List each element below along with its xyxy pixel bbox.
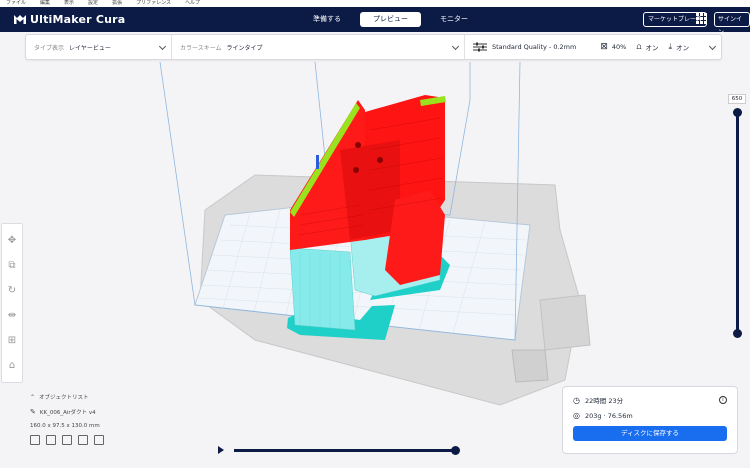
scale-tool-icon[interactable]: ⧉ — [6, 260, 18, 272]
tool-panel: ✥ ⧉ ↻ ⇹ ⊞ ⌂ — [1, 223, 23, 383]
print-estimate-panel: ◷ 22時間 23分 i ◎ 203g · 76.56m ディスクに保存する — [562, 386, 738, 454]
brand-name: UltiMaker Cura — [30, 13, 126, 26]
infill-icon: ⊠ — [600, 42, 608, 52]
object-dimensions: 160.0 x 97.5 x 130.0 mm — [30, 423, 100, 429]
move-tool-icon[interactable]: ✥ — [6, 235, 18, 247]
menu-settings[interactable]: 設定 — [88, 0, 98, 7]
menu-bar: ファイル 編集 表示 設定 拡張 プリファレンス ヘルプ — [0, 0, 750, 7]
print-settings-dropdown[interactable]: Standard Quality - 0.2mm ⊠ 40% ⩍ オン ⤓ オン — [465, 35, 721, 59]
adhesion-value: オン — [676, 44, 690, 52]
menu-preferences[interactable]: プリファレンス — [136, 0, 171, 7]
app-logo: UltiMaker Cura — [14, 13, 125, 26]
support-value: オン — [645, 44, 659, 52]
layer-slider-top-handle[interactable] — [733, 108, 742, 117]
chevron-down-icon — [708, 42, 717, 51]
menu-file[interactable]: ファイル — [6, 0, 26, 7]
path-slider-handle[interactable] — [451, 446, 460, 455]
view-type-label: タイプ表示 — [34, 44, 65, 52]
chevron-down-icon — [451, 42, 460, 51]
info-icon[interactable]: i — [719, 396, 727, 404]
view-type-dropdown[interactable]: タイプ表示 レイヤービュー — [26, 35, 172, 59]
view-front-icon[interactable] — [46, 435, 56, 445]
layer-number[interactable]: 650 — [728, 94, 746, 104]
menu-view[interactable]: 表示 — [64, 0, 74, 7]
sliders-icon — [473, 42, 487, 52]
material-estimate: 203g · 76.56m — [584, 411, 633, 420]
mirror-tool-icon[interactable]: ⇹ — [6, 310, 18, 322]
object-list-title[interactable]: オブジェクトリスト — [39, 393, 89, 401]
tab-prepare[interactable]: 準備する — [300, 12, 354, 27]
view-left-icon[interactable] — [78, 435, 88, 445]
support-icon: ⩍ — [636, 42, 642, 51]
apps-grid-icon[interactable] — [696, 13, 707, 24]
color-scheme-label: カラースキーム — [180, 44, 222, 52]
clock-icon: ◷ — [573, 395, 580, 405]
per-model-settings-icon[interactable]: ⊞ — [6, 335, 18, 347]
color-scheme-value: ラインタイプ — [226, 44, 263, 52]
rotate-tool-icon[interactable]: ↻ — [6, 285, 18, 297]
quality-profile: Standard Quality - 0.2mm — [492, 43, 577, 51]
pencil-icon: ✎ — [30, 408, 36, 416]
top-bar: UltiMaker Cura 準備する プレビュー モニター マーケットプレース… — [0, 7, 750, 36]
print-time: 22時間 23分 — [584, 397, 624, 405]
color-scheme-dropdown[interactable]: カラースキーム ラインタイプ — [172, 35, 465, 59]
adhesion-icon: ⤓ — [668, 42, 673, 51]
view-3d-icon[interactable] — [30, 435, 40, 445]
menu-extensions[interactable]: 拡張 — [112, 0, 122, 7]
support-structure — [289, 247, 356, 331]
stage-tabs: 準備する プレビュー モニター — [300, 12, 481, 27]
save-to-disk-button[interactable]: ディスクに保存する — [573, 426, 727, 441]
camera-view-buttons — [30, 435, 230, 445]
infill-value: 40% — [611, 43, 627, 51]
menu-help[interactable]: ヘルプ — [185, 0, 200, 7]
tab-monitor[interactable]: モニター — [427, 12, 481, 27]
object-list-panel: ⌃ オブジェクトリスト ✎ KK_006_Airダクト v4 160.0 x 9… — [30, 393, 230, 458]
menu-edit[interactable]: 編集 — [40, 0, 50, 7]
layer-slider[interactable] — [733, 108, 742, 338]
view-type-value: レイヤービュー — [69, 44, 111, 52]
tab-preview[interactable]: プレビュー — [360, 12, 421, 27]
ultimaker-logo-icon — [14, 15, 26, 24]
view-right-icon[interactable] — [94, 435, 104, 445]
path-slider[interactable] — [234, 446, 460, 455]
object-name[interactable]: KK_006_Airダクト v4 — [40, 408, 96, 416]
view-top-icon[interactable] — [62, 435, 72, 445]
chevron-down-icon — [158, 42, 167, 51]
support-blocker-icon[interactable]: ⌂ — [6, 360, 18, 372]
signin-button[interactable]: サインイン — [714, 12, 750, 36]
chevron-up-icon[interactable]: ⌃ — [30, 394, 35, 401]
view-toolbar: タイプ表示 レイヤービュー カラースキーム ラインタイプ Standard Qu… — [25, 34, 722, 60]
layer-slider-bottom-handle[interactable] — [733, 329, 742, 338]
spool-icon: ◎ — [573, 411, 580, 420]
play-icon[interactable] — [218, 446, 224, 454]
